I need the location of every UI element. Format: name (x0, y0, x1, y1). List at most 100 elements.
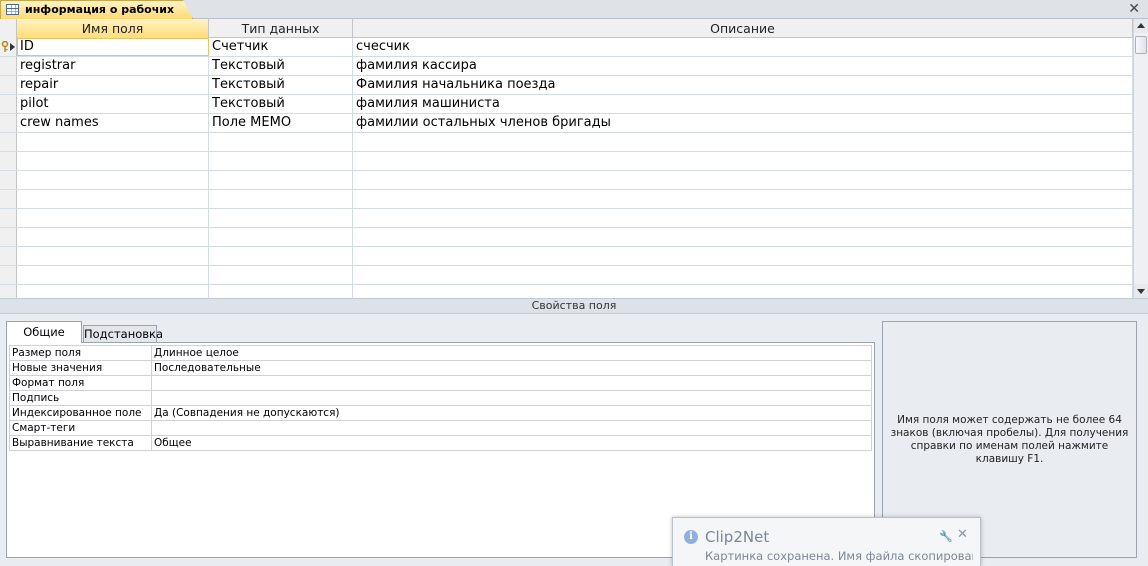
field-name-cell[interactable]: crew names (17, 114, 209, 132)
field-name-cell[interactable]: pilot (17, 95, 209, 113)
row-selector[interactable] (0, 76, 17, 94)
scroll-thumb[interactable] (1135, 36, 1147, 54)
field-name-cell[interactable] (17, 152, 209, 170)
clip2net-notification[interactable]: i Clip2Net 🔧 ✕ Картинка сохранена. Имя ф… (672, 517, 981, 566)
description-cell[interactable] (353, 228, 1133, 246)
description-cell[interactable]: счесчик (353, 38, 1133, 56)
field-name-cell[interactable] (17, 133, 209, 151)
description-cell[interactable] (353, 209, 1133, 227)
select-all-corner[interactable] (0, 19, 17, 38)
field-name-cell[interactable] (17, 171, 209, 189)
empty-table-row[interactable] (0, 228, 1133, 247)
property-row[interactable]: Формат поля (9, 375, 872, 391)
data-type-cell[interactable]: Счетчик (209, 38, 353, 56)
empty-table-row[interactable] (0, 266, 1133, 285)
field-name-cell[interactable]: registrar (17, 57, 209, 75)
column-header-field-name[interactable]: Имя поля (17, 19, 209, 38)
row-selector[interactable] (0, 133, 17, 151)
property-name: Новые значения (9, 360, 152, 376)
row-selector[interactable] (0, 95, 17, 113)
row-selector[interactable] (0, 247, 17, 265)
data-type-cell[interactable] (209, 209, 353, 227)
data-type-cell[interactable] (209, 171, 353, 189)
empty-table-row[interactable] (0, 152, 1133, 171)
empty-table-row[interactable] (0, 133, 1133, 152)
row-selector[interactable] (0, 57, 17, 75)
property-row[interactable]: Новые значения Последовательные (9, 360, 872, 376)
property-value[interactable] (151, 420, 872, 436)
document-tab[interactable]: информация о рабочих (0, 0, 193, 19)
data-type-cell[interactable] (209, 285, 353, 298)
property-row[interactable]: Индексированное поле Да (Совпадения не до… (9, 405, 872, 421)
row-selector[interactable] (0, 209, 17, 227)
scroll-down-button[interactable] (1134, 284, 1148, 298)
row-selector[interactable] (0, 190, 17, 208)
description-cell[interactable]: фамилия кассира (353, 57, 1133, 75)
tab-general[interactable]: Общие (6, 321, 82, 343)
row-selector[interactable] (0, 152, 17, 170)
property-value[interactable] (151, 390, 872, 406)
data-type-cell[interactable]: Поле MEMO (209, 114, 353, 132)
empty-table-row[interactable] (0, 190, 1133, 209)
property-row[interactable]: Размер поля Длинное целое (9, 345, 872, 361)
field-name-cell[interactable] (17, 209, 209, 227)
data-type-cell[interactable]: Текстовый (209, 95, 353, 113)
property-value[interactable]: Общее (151, 435, 872, 451)
empty-table-row[interactable] (0, 209, 1133, 228)
column-header-description[interactable]: Описание (353, 19, 1133, 38)
field-name-cell[interactable]: ID (17, 38, 209, 56)
property-row[interactable]: Выравнивание текста Общее (9, 435, 872, 451)
row-selector[interactable] (0, 38, 17, 56)
table-row[interactable]: pilot Текстовый фамилия машиниста (0, 95, 1133, 114)
field-name-cell[interactable] (17, 247, 209, 265)
empty-table-row[interactable] (0, 285, 1133, 298)
property-row[interactable]: Смарт-теги (9, 420, 872, 436)
property-value[interactable]: Длинное целое (151, 345, 872, 361)
data-type-cell[interactable] (209, 190, 353, 208)
data-type-cell[interactable] (209, 228, 353, 246)
property-value[interactable] (151, 375, 872, 391)
data-type-cell[interactable] (209, 266, 353, 284)
row-selector[interactable] (0, 266, 17, 284)
description-cell[interactable] (353, 285, 1133, 298)
empty-table-row[interactable] (0, 171, 1133, 190)
vertical-scrollbar[interactable] (1133, 19, 1148, 298)
description-cell[interactable] (353, 152, 1133, 170)
property-value[interactable]: Да (Совпадения не допускаются) (151, 405, 872, 421)
column-header-data-type[interactable]: Тип данных (209, 19, 353, 38)
property-value[interactable]: Последовательные (151, 360, 872, 376)
description-cell[interactable]: фамилии остальных членов бригады (353, 114, 1133, 132)
scroll-up-button[interactable] (1134, 19, 1148, 33)
description-cell[interactable] (353, 247, 1133, 265)
field-name-cell[interactable] (17, 190, 209, 208)
row-selector[interactable] (0, 285, 17, 298)
data-type-cell[interactable] (209, 247, 353, 265)
description-cell[interactable] (353, 190, 1133, 208)
empty-table-row[interactable] (0, 247, 1133, 266)
data-type-cell[interactable]: Текстовый (209, 57, 353, 75)
table-row[interactable]: crew names Поле MEMO фамилии остальных чле… (0, 114, 1133, 133)
data-type-cell[interactable] (209, 152, 353, 170)
row-selector[interactable] (0, 228, 17, 246)
tab-lookup[interactable]: Подстановка (83, 325, 163, 343)
description-cell[interactable] (353, 171, 1133, 189)
row-selector[interactable] (0, 171, 17, 189)
property-row[interactable]: Подпись (9, 390, 872, 406)
table-row[interactable]: registrar Текстовый фамилия кассира (0, 57, 1133, 76)
row-selector[interactable] (0, 114, 17, 132)
description-cell[interactable]: Фамилия начальника поезда (353, 76, 1133, 94)
description-cell[interactable] (353, 266, 1133, 284)
field-name-cell[interactable] (17, 285, 209, 298)
description-cell[interactable]: фамилия машиниста (353, 95, 1133, 113)
table-row[interactable]: repair Текстовый Фамилия начальника поезда (0, 76, 1133, 95)
field-name-cell[interactable]: repair (17, 76, 209, 94)
close-notification-icon[interactable]: ✕ (957, 527, 968, 542)
description-cell[interactable] (353, 133, 1133, 151)
close-document-icon[interactable]: ✕ (1128, 1, 1140, 17)
field-name-cell[interactable] (17, 266, 209, 284)
field-name-cell[interactable] (17, 228, 209, 246)
data-type-cell[interactable]: Текстовый (209, 76, 353, 94)
table-row[interactable]: ID Счетчик счесчик (0, 38, 1133, 57)
wrench-icon[interactable]: 🔧 (939, 530, 953, 543)
data-type-cell[interactable] (209, 133, 353, 151)
